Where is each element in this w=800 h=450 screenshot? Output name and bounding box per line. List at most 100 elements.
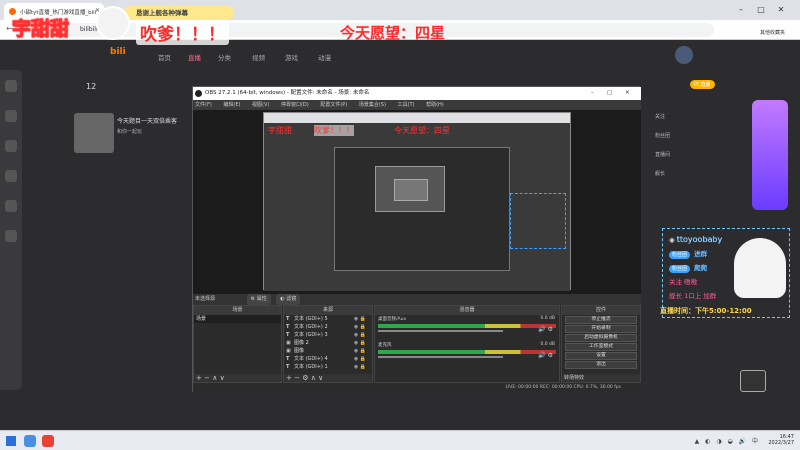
- menu-profile[interactable]: 配置文件(P): [320, 102, 347, 108]
- speaker-icon[interactable]: 🔊 ⚙: [538, 326, 553, 333]
- source-settings-icon[interactable]: ⚙: [302, 374, 308, 382]
- source-item[interactable]: 文本 (GDI+) 4 ◉ 🔒: [284, 355, 372, 363]
- menu-file[interactable]: 文件(F): [195, 102, 212, 108]
- source-down-icon[interactable]: ∨: [318, 374, 323, 382]
- chat-text: 关注 嗷嗷: [669, 278, 698, 286]
- source-up-icon[interactable]: ∧: [311, 374, 316, 382]
- card-subtitle: 和你一起玩: [117, 129, 143, 135]
- preview-browser-chrome: [264, 113, 570, 123]
- nav-home[interactable]: 首页: [158, 52, 171, 62]
- obs-preview[interactable]: 宇甜甜 吹爹！！！ 今天愿望：四星: [193, 110, 641, 294]
- favorites-folder[interactable]: 其他收藏夹: [760, 29, 785, 36]
- eye-icon[interactable]: ◉ 🔒: [354, 347, 366, 355]
- windows-start-icon[interactable]: [6, 436, 16, 446]
- volume-meter: [378, 350, 556, 354]
- eye-icon[interactable]: ◉ 🔒: [354, 339, 366, 347]
- menu-tools[interactable]: 工具(T): [398, 102, 415, 108]
- right-item-fans[interactable]: 粉丝团: [655, 132, 670, 139]
- preview-site: 宇甜甜 吹爹！！！ 今天愿望：四星: [264, 123, 570, 291]
- sidebar-history-icon[interactable]: [5, 140, 17, 152]
- channel-db: 0.0 dB: [540, 342, 555, 347]
- remove-scene-icon[interactable]: −: [204, 374, 210, 382]
- chat-text: 舰长 1口上 加群: [669, 292, 717, 300]
- source-item[interactable]: 文本 (GDI+) 5 ◉ 🔒: [284, 315, 372, 323]
- scene-down-icon[interactable]: ∨: [220, 374, 225, 382]
- menu-scene-collection[interactable]: 场景集合(S): [359, 102, 386, 108]
- cat-mascot-icon: [96, 6, 130, 40]
- mixer-channel: 桌面音频/Aux 0.0 dB 🔊 ⚙: [375, 315, 559, 335]
- sidebar-follow-icon[interactable]: [5, 110, 17, 122]
- remove-source-icon[interactable]: −: [294, 374, 300, 382]
- filters-button[interactable]: ◐ 滤镜: [276, 294, 301, 305]
- obs-menubar: 文件(F) 编辑(E) 视图(V) 停靠窗口(D) 配置文件(P) 场景集合(S…: [193, 100, 641, 110]
- nav-anime[interactable]: 动漫: [318, 52, 331, 62]
- right-item-room[interactable]: 直播间: [655, 151, 670, 158]
- properties-label: 属性: [256, 296, 267, 302]
- eye-icon[interactable]: ◉ 🔒: [354, 355, 366, 363]
- system-tray[interactable]: ▲ ◐ ◑ ◒ 🔊 中: [695, 436, 760, 445]
- scenes-footer: + − ∧ ∨: [194, 374, 281, 382]
- sidebar-home-icon[interactable]: [5, 80, 17, 92]
- scenes-header: 场景: [194, 306, 281, 315]
- sidebar-game-icon[interactable]: [5, 200, 17, 212]
- right-promo-banner[interactable]: [752, 100, 788, 210]
- obs-close-icon[interactable]: ✕: [625, 87, 630, 100]
- scene-up-icon[interactable]: ∧: [212, 374, 217, 382]
- source-item[interactable]: 文本 (GDI+) 3 ◉ 🔒: [284, 331, 372, 339]
- window-close-icon[interactable]: ✕: [772, 3, 790, 17]
- stop-streaming-button[interactable]: 停止推流: [565, 316, 637, 324]
- add-source-icon[interactable]: +: [286, 374, 292, 382]
- right-promo-small[interactable]: [740, 370, 766, 392]
- volume-slider[interactable]: [378, 330, 503, 332]
- scene-item[interactable]: 场景: [194, 315, 281, 323]
- volume-slider[interactable]: [378, 356, 503, 358]
- studio-mode-button[interactable]: 工作室模式: [565, 343, 637, 351]
- menu-help[interactable]: 帮助(H): [426, 102, 444, 108]
- exit-button[interactable]: 退出: [565, 361, 637, 369]
- input-language[interactable]: 中: [752, 438, 760, 445]
- menu-edit[interactable]: 编辑(E): [223, 102, 240, 108]
- source-label: 文本 (GDI+) 1: [294, 364, 328, 370]
- user-avatar[interactable]: [675, 46, 693, 64]
- taskbar-clock[interactable]: 16:47 2022/3/27: [768, 434, 794, 446]
- nav-live[interactable]: 直播: [188, 52, 201, 62]
- streamer-thumbnail[interactable]: [74, 113, 114, 153]
- source-item[interactable]: 图像 2 ◉ 🔒: [284, 339, 372, 347]
- site-logo[interactable]: bili: [110, 47, 126, 57]
- maximize-icon[interactable]: □: [752, 3, 770, 17]
- source-label: 图像: [294, 348, 305, 354]
- card-title[interactable]: 今天题目一天双倍乘客: [117, 116, 177, 125]
- transitions-tab[interactable]: 转场特效: [562, 374, 640, 382]
- eye-icon[interactable]: ◉ 🔒: [354, 363, 366, 371]
- source-item[interactable]: 图像 ◉ 🔒: [284, 347, 372, 355]
- obs-minimize-icon[interactable]: –: [591, 87, 594, 100]
- properties-button[interactable]: ⚙ 属性: [246, 294, 271, 305]
- source-item[interactable]: 文本 (GDI+) 2 ◉ 🔒: [284, 323, 372, 331]
- menu-view[interactable]: 视图(V): [252, 102, 269, 108]
- nav-game[interactable]: 游戏: [285, 52, 298, 62]
- minimize-icon[interactable]: –: [732, 3, 750, 17]
- taskbar-search-icon[interactable]: [24, 435, 36, 447]
- start-recording-button[interactable]: 开始录制: [565, 325, 637, 333]
- menu-docks[interactable]: 停靠窗口(D): [281, 102, 309, 108]
- obs-maximize-icon[interactable]: □: [607, 87, 612, 100]
- settings-button[interactable]: 设置: [565, 352, 637, 360]
- pc-live-badge[interactable]: PC直播: [690, 80, 715, 89]
- right-item-follow[interactable]: 关注: [655, 113, 670, 120]
- nav-video[interactable]: 视频: [252, 52, 265, 62]
- sidebar-settings-icon[interactable]: [5, 230, 17, 242]
- virtual-camera-button[interactable]: 启动虚拟摄像机: [565, 334, 637, 342]
- speaker-icon[interactable]: 🔊 ⚙: [538, 352, 553, 359]
- fan-tag: 粉丝团: [669, 265, 691, 273]
- eye-icon[interactable]: ◉ 🔒: [354, 315, 366, 323]
- eye-icon[interactable]: ◉ 🔒: [354, 331, 366, 339]
- taskbar-chrome-icon[interactable]: [42, 435, 54, 447]
- nav-category[interactable]: 分类: [218, 52, 231, 62]
- sidebar-category-icon[interactable]: [5, 170, 17, 182]
- scenes-dock: 场景 场景 + − ∧ ∨: [193, 305, 282, 383]
- right-item-captain[interactable]: 舰长: [655, 170, 670, 177]
- preview-nested-obs-2: [375, 166, 445, 212]
- source-item[interactable]: 文本 (GDI+) 1 ◉ 🔒: [284, 363, 372, 371]
- eye-icon[interactable]: ◉ 🔒: [354, 323, 366, 331]
- add-scene-icon[interactable]: +: [196, 374, 202, 382]
